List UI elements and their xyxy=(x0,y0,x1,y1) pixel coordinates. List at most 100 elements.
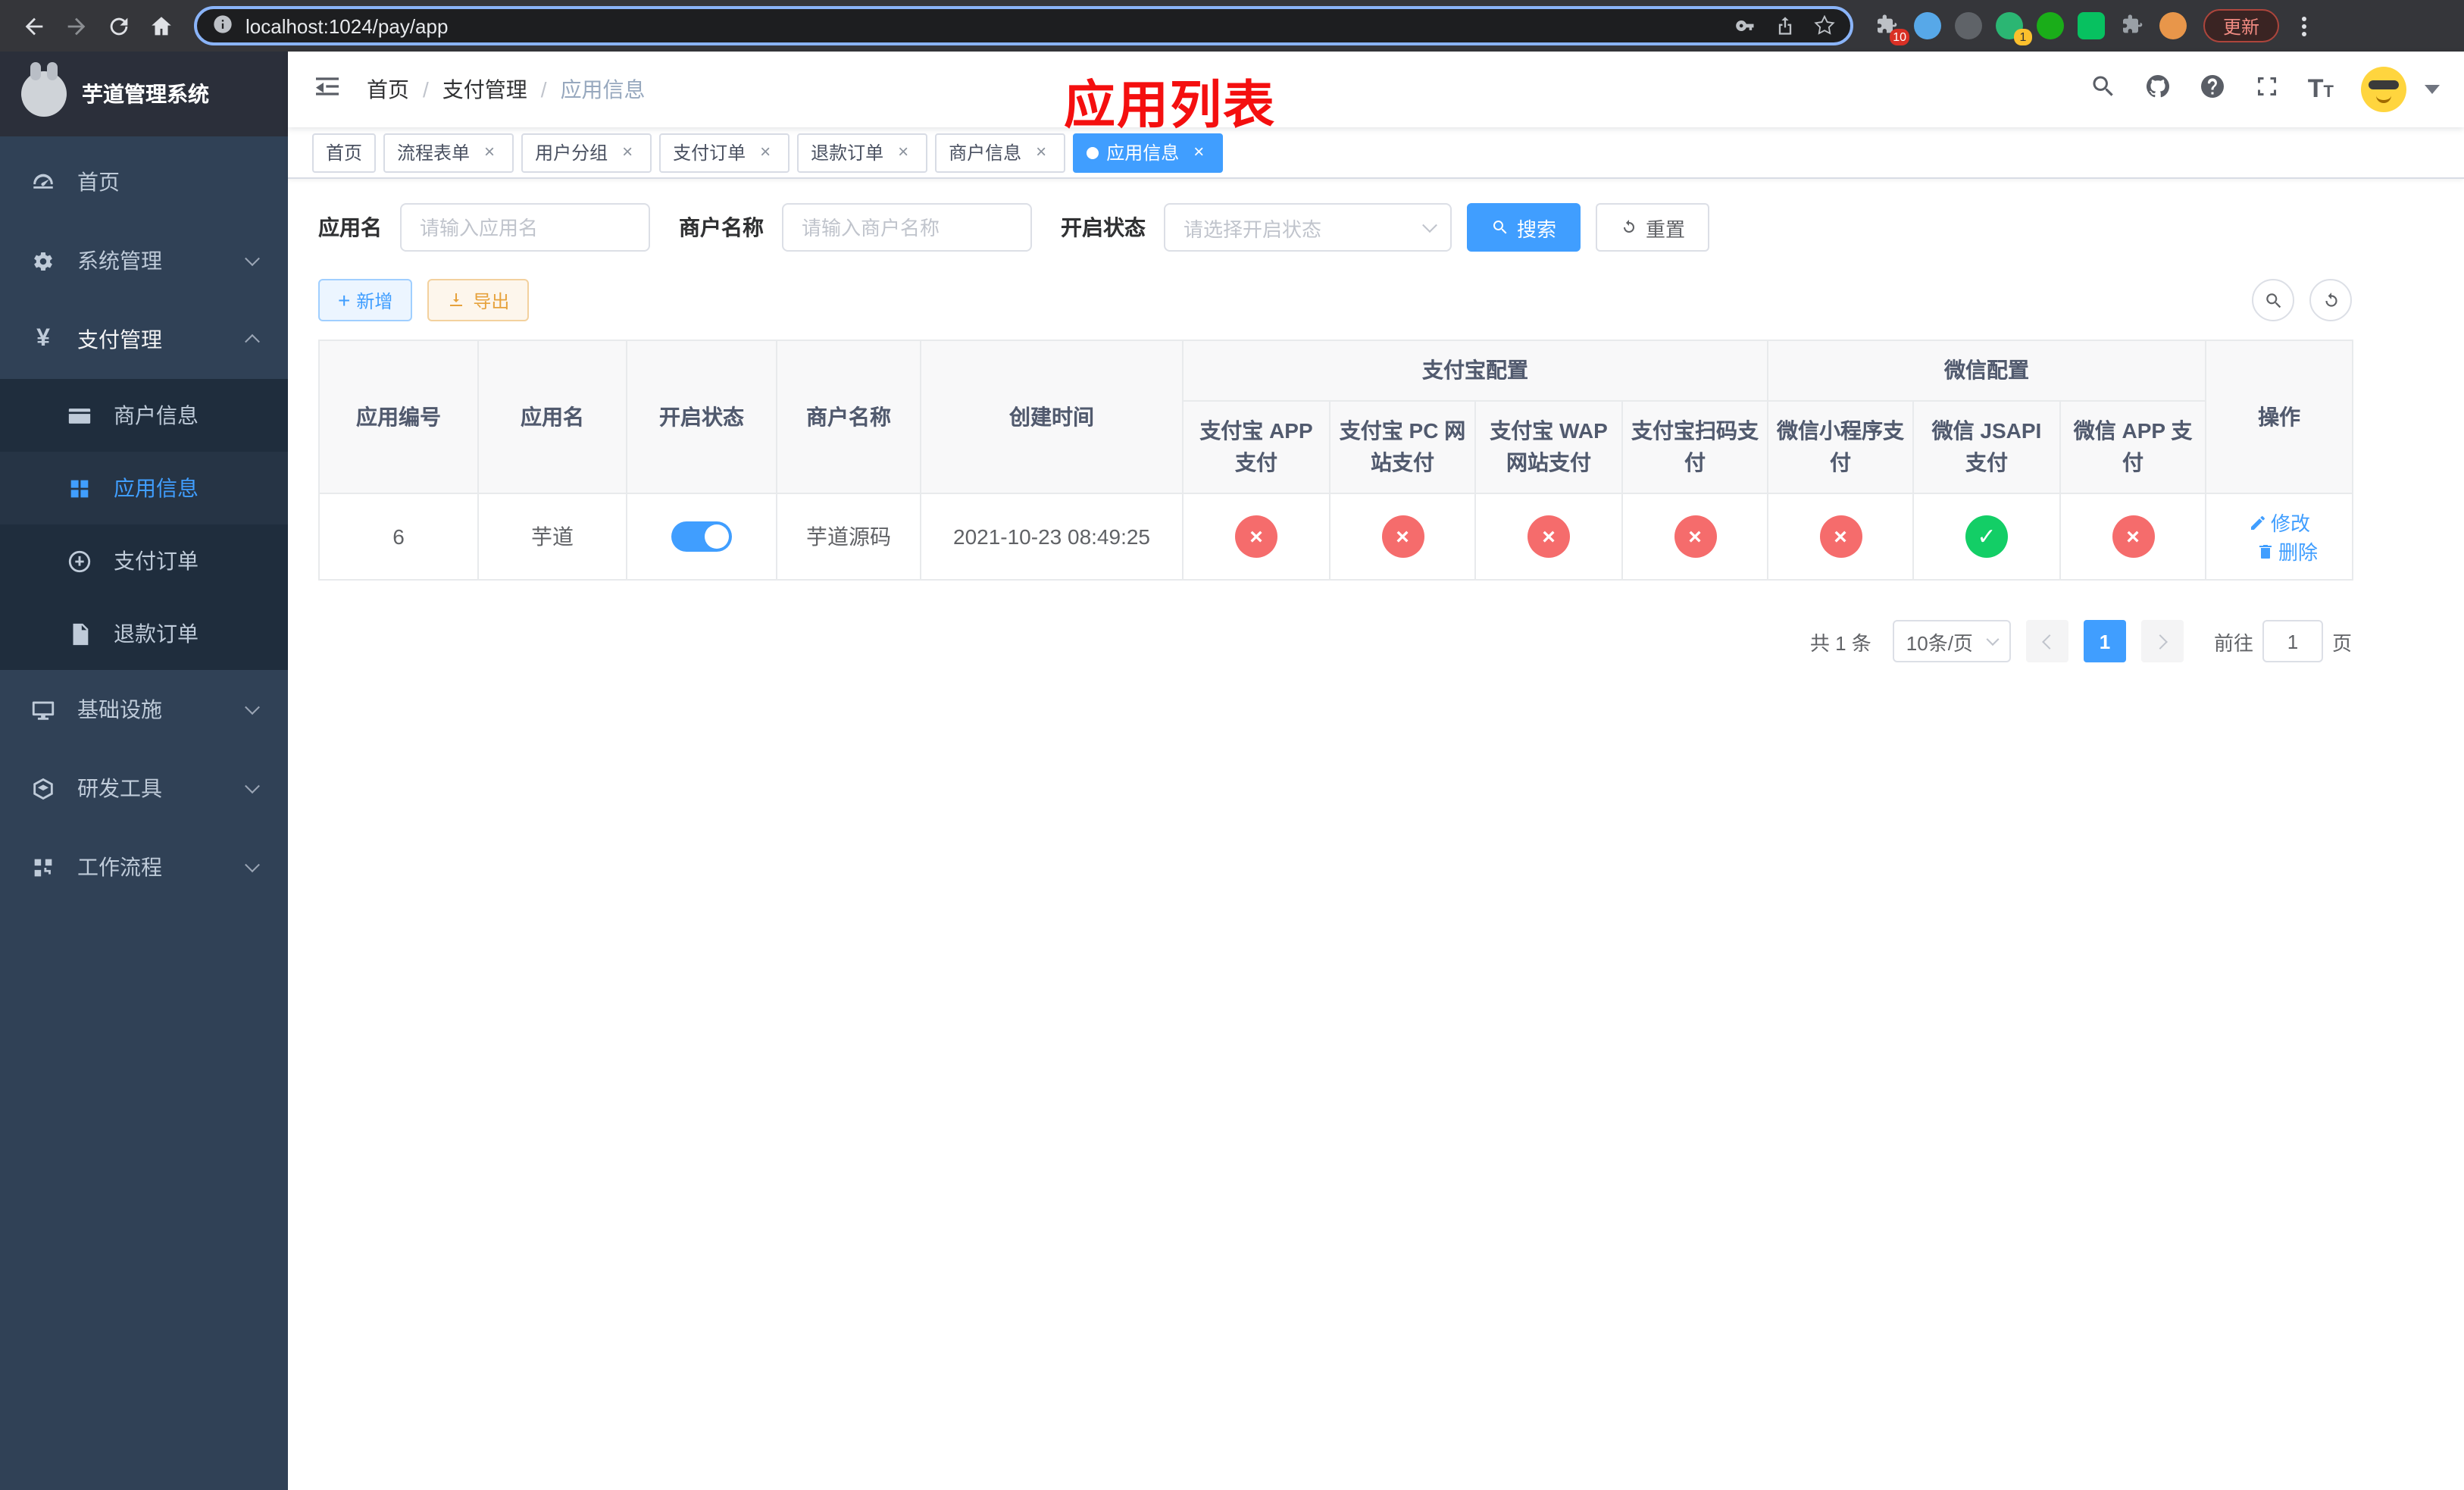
status-select[interactable]: 请选择开启状态 xyxy=(1164,203,1452,252)
dashboard-icon xyxy=(33,173,53,188)
page-size-select[interactable]: 10条/页 xyxy=(1892,620,2011,662)
page-number-button[interactable]: 1 xyxy=(2083,620,2126,662)
prev-page-button[interactable] xyxy=(2025,620,2068,662)
forward-icon[interactable] xyxy=(55,5,97,47)
merchant-name-input[interactable] xyxy=(782,203,1032,252)
trash-icon xyxy=(2259,544,2272,558)
col-header-alipay-scan: 支付宝扫码支付 xyxy=(1621,400,1768,494)
col-header-id: 应用编号 xyxy=(318,340,479,494)
app-name-input[interactable] xyxy=(400,203,650,252)
sidebar-item-dev-tools[interactable]: 研发工具 xyxy=(0,749,288,828)
sidebar-item-label: 支付订单 xyxy=(114,549,199,573)
breadcrumb-item[interactable]: 支付管理 xyxy=(442,74,527,105)
extension-dark-puzzle-icon[interactable] xyxy=(2117,11,2147,41)
document-icon xyxy=(73,622,89,645)
profile-avatar-icon[interactable] xyxy=(2158,11,2188,41)
extension-green-badged-icon[interactable]: 1 xyxy=(1994,11,2032,45)
search-button[interactable]: 搜索 xyxy=(1467,203,1581,252)
close-icon[interactable]: × xyxy=(479,141,500,163)
fullscreen-icon[interactable] xyxy=(2253,72,2281,107)
extension-chat-icon[interactable] xyxy=(2076,11,2106,41)
search-icon[interactable] xyxy=(2090,72,2117,107)
tab-label: 流程表单 xyxy=(397,142,471,164)
extension-blue-icon[interactable] xyxy=(1912,11,1943,41)
sidebar-item-infrastructure[interactable]: 基础设施 xyxy=(0,670,288,749)
home-icon[interactable] xyxy=(139,5,182,47)
breadcrumb-separator: / xyxy=(423,77,429,102)
sidebar-item-label: 支付管理 xyxy=(77,327,162,352)
goto-page-input[interactable] xyxy=(2262,620,2323,662)
cell-name: 芋道 xyxy=(477,493,627,581)
sidebar-item-app-info[interactable]: 应用信息 xyxy=(0,452,288,524)
avatar[interactable] xyxy=(2361,67,2406,112)
yen-icon: ¥ xyxy=(36,326,50,352)
browser-update-button[interactable]: 更新 xyxy=(2203,9,2280,42)
tab-label: 支付订单 xyxy=(673,142,746,164)
close-icon[interactable]: × xyxy=(1188,141,1209,163)
sidebar-item-refund-order[interactable]: 退款订单 xyxy=(0,597,288,670)
next-page-button[interactable] xyxy=(2140,620,2184,662)
back-icon[interactable] xyxy=(12,5,55,47)
font-size-icon[interactable]: TT xyxy=(2308,74,2334,105)
avatar-caret-icon[interactable] xyxy=(2425,85,2440,94)
sidebar-item-label: 基础设施 xyxy=(77,697,162,722)
breadcrumb-item[interactable]: 首页 xyxy=(367,74,409,105)
tab-merchant-info[interactable]: 商户信息 × xyxy=(935,133,1066,172)
url-text[interactable]: localhost:1024/pay/app xyxy=(245,14,1717,37)
status-switch[interactable] xyxy=(671,521,732,552)
tab-process-form[interactable]: 流程表单 × xyxy=(383,133,514,172)
toggle-search-button[interactable] xyxy=(2252,279,2294,321)
sidebar-item-workflow[interactable]: 工作流程 xyxy=(0,828,288,906)
extension-green-icon[interactable] xyxy=(2035,11,2065,41)
url-bar[interactable]: localhost:1024/pay/app xyxy=(194,6,1853,45)
monitor-icon xyxy=(32,700,55,719)
reset-button[interactable]: 重置 xyxy=(1596,203,1710,252)
sidebar-item-payment[interactable]: ¥ 支付管理 xyxy=(0,300,288,379)
tab-user-group[interactable]: 用户分组 × xyxy=(521,133,652,172)
share-icon[interactable] xyxy=(1775,15,1796,36)
refresh-table-button[interactable] xyxy=(2309,279,2352,321)
col-header-alipay-wap: 支付宝 WAP 网站支付 xyxy=(1474,400,1623,494)
sidebar-toggle-icon[interactable] xyxy=(312,70,342,108)
close-icon[interactable]: × xyxy=(617,141,638,163)
wechat-mini-status-icon: × xyxy=(1819,515,1862,558)
col-group-alipay: 支付宝配置 xyxy=(1182,340,1768,402)
extension-dark-icon[interactable] xyxy=(1953,11,1984,41)
sidebar-item-system[interactable]: 系统管理 xyxy=(0,221,288,300)
col-header-actions: 操作 xyxy=(2205,340,2354,494)
sidebar-item-merchant-info[interactable]: 商户信息 xyxy=(0,379,288,452)
app-table: 应用编号 应用名 开启状态 商户名称 创建时间 支付宝配置 微信配置 操作 支付… xyxy=(318,340,2354,581)
tab-app-info[interactable]: 应用信息 × xyxy=(1073,133,1224,172)
export-button[interactable]: 导出 xyxy=(427,279,530,321)
extension-puzzle-icon[interactable]: 10 xyxy=(1871,11,1909,45)
delete-button[interactable]: 删除 xyxy=(2256,537,2318,565)
bookmark-star-icon[interactable] xyxy=(1814,15,1835,36)
tab-pay-order[interactable]: 支付订单 × xyxy=(659,133,790,172)
col-header-alipay-pc: 支付宝 PC 网站支付 xyxy=(1329,400,1476,494)
app-logo xyxy=(21,62,67,117)
download-icon xyxy=(450,293,463,306)
col-header-status: 开启状态 xyxy=(626,340,777,494)
sidebar-item-pay-order[interactable]: 支付订单 xyxy=(0,524,288,597)
tags-view: 首页 流程表单 × 用户分组 × 支付订单 × 退款订单 × 商户信息 × 应用… xyxy=(288,127,2464,179)
close-icon[interactable]: × xyxy=(893,141,914,163)
browser-menu-icon[interactable] xyxy=(2291,16,2315,36)
close-icon[interactable]: × xyxy=(1030,141,1052,163)
close-icon[interactable]: × xyxy=(755,141,776,163)
navbar: 首页 / 支付管理 / 应用信息 TT xyxy=(288,52,2464,127)
help-icon[interactable] xyxy=(2199,72,2226,107)
reload-icon[interactable] xyxy=(97,5,139,47)
edit-button[interactable]: 修改 xyxy=(2248,508,2310,537)
github-icon[interactable] xyxy=(2144,72,2172,107)
site-info-icon[interactable] xyxy=(212,13,233,39)
tab-label: 首页 xyxy=(326,142,363,164)
password-key-icon[interactable] xyxy=(1735,15,1756,36)
chevron-down-icon xyxy=(245,857,260,873)
chevron-up-icon xyxy=(245,333,260,349)
sidebar-item-home[interactable]: 首页 xyxy=(0,142,288,221)
tab-home[interactable]: 首页 xyxy=(312,133,377,172)
tab-refund-order[interactable]: 退款订单 × xyxy=(797,133,928,172)
sidebar-logo-row[interactable]: 芋道管理系统 xyxy=(0,52,288,136)
add-button[interactable]: + 新增 xyxy=(318,279,413,321)
gear-icon xyxy=(34,251,52,271)
